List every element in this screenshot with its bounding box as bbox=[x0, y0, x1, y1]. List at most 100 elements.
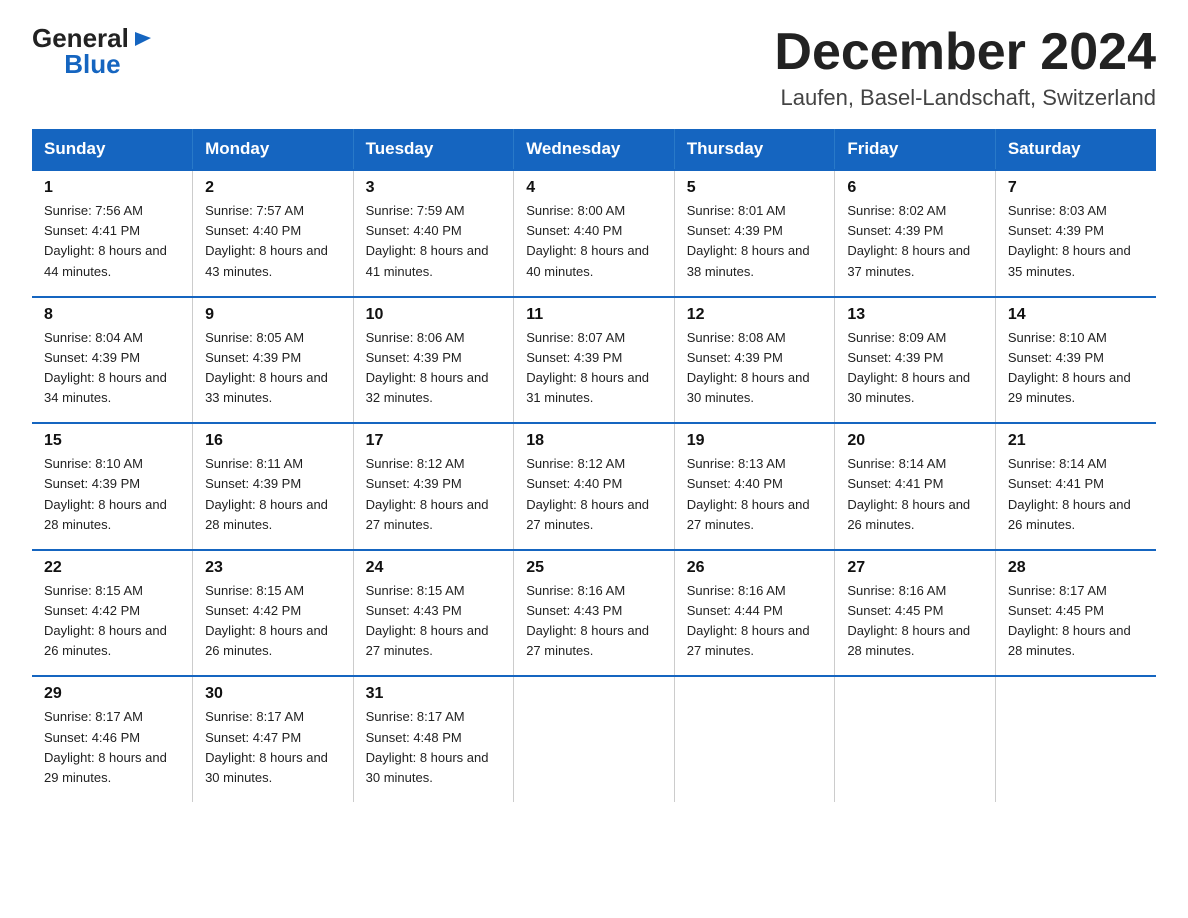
logo-blue-text: Blue bbox=[64, 50, 120, 80]
day-cell-18: 18 Sunrise: 8:12 AMSunset: 4:40 PMDayligh… bbox=[514, 423, 675, 550]
day-number-26: 26 bbox=[687, 559, 825, 577]
day-number-31: 31 bbox=[366, 685, 504, 703]
day-number-29: 29 bbox=[44, 685, 182, 703]
header-tuesday: Tuesday bbox=[353, 129, 514, 170]
day-info-14: Sunrise: 8:10 AMSunset: 4:39 PMDaylight:… bbox=[1008, 330, 1131, 405]
header-thursday: Thursday bbox=[674, 129, 835, 170]
day-info-15: Sunrise: 8:10 AMSunset: 4:39 PMDaylight:… bbox=[44, 456, 167, 531]
logo-flag-icon bbox=[131, 28, 153, 50]
day-cell-14: 14 Sunrise: 8:10 AMSunset: 4:39 PMDayligh… bbox=[995, 297, 1156, 424]
day-info-28: Sunrise: 8:17 AMSunset: 4:45 PMDaylight:… bbox=[1008, 583, 1131, 658]
day-info-11: Sunrise: 8:07 AMSunset: 4:39 PMDaylight:… bbox=[526, 330, 649, 405]
day-cell-24: 24 Sunrise: 8:15 AMSunset: 4:43 PMDayligh… bbox=[353, 550, 514, 677]
day-number-8: 8 bbox=[44, 306, 182, 324]
calendar-body: 1 Sunrise: 7:56 AMSunset: 4:41 PMDaylight… bbox=[32, 170, 1156, 802]
day-cell-28: 28Sunrise: 8:17 AMSunset: 4:45 PMDayligh… bbox=[995, 550, 1156, 677]
header-friday: Friday bbox=[835, 129, 996, 170]
location-title: Laufen, Basel-Landschaft, Switzerland bbox=[774, 85, 1156, 111]
day-number-22: 22 bbox=[44, 559, 182, 577]
day-cell-19: 19 Sunrise: 8:13 AMSunset: 4:40 PMDayligh… bbox=[674, 423, 835, 550]
day-info-19: Sunrise: 8:13 AMSunset: 4:40 PMDaylight:… bbox=[687, 456, 810, 531]
day-cell-15: 15Sunrise: 8:10 AMSunset: 4:39 PMDayligh… bbox=[32, 423, 193, 550]
day-number-9: 9 bbox=[205, 306, 343, 324]
day-info-25: Sunrise: 8:16 AMSunset: 4:43 PMDaylight:… bbox=[526, 583, 649, 658]
day-info-31: Sunrise: 8:17 AMSunset: 4:48 PMDaylight:… bbox=[366, 709, 489, 784]
day-number-16: 16 bbox=[205, 432, 343, 450]
title-area: December 2024 Laufen, Basel-Landschaft, … bbox=[774, 24, 1156, 111]
day-cell-6: 6Sunrise: 8:02 AMSunset: 4:39 PMDaylight… bbox=[835, 170, 996, 297]
day-cell-16: 16 Sunrise: 8:11 AMSunset: 4:39 PMDayligh… bbox=[193, 423, 354, 550]
day-cell-20: 20 Sunrise: 8:14 AMSunset: 4:41 PMDayligh… bbox=[835, 423, 996, 550]
day-number-23: 23 bbox=[205, 559, 343, 577]
day-cell-1: 1 Sunrise: 7:56 AMSunset: 4:41 PMDaylight… bbox=[32, 170, 193, 297]
day-info-12: Sunrise: 8:08 AMSunset: 4:39 PMDaylight:… bbox=[687, 330, 810, 405]
day-number-24: 24 bbox=[366, 559, 504, 577]
day-info-3: Sunrise: 7:59 AMSunset: 4:40 PMDaylight:… bbox=[366, 203, 489, 278]
day-number-1: 1 bbox=[44, 179, 182, 197]
day-info-10: Sunrise: 8:06 AMSunset: 4:39 PMDaylight:… bbox=[366, 330, 489, 405]
empty-cell-w5-d5 bbox=[835, 676, 996, 802]
day-cell-5: 5 Sunrise: 8:01 AMSunset: 4:39 PMDaylight… bbox=[674, 170, 835, 297]
day-number-18: 18 bbox=[526, 432, 664, 450]
day-info-17: Sunrise: 8:12 AMSunset: 4:39 PMDaylight:… bbox=[366, 456, 489, 531]
day-number-10: 10 bbox=[366, 306, 504, 324]
day-info-16: Sunrise: 8:11 AMSunset: 4:39 PMDaylight:… bbox=[205, 456, 328, 531]
day-cell-13: 13Sunrise: 8:09 AMSunset: 4:39 PMDayligh… bbox=[835, 297, 996, 424]
day-number-4: 4 bbox=[526, 179, 664, 197]
calendar-table: SundayMondayTuesdayWednesdayThursdayFrid… bbox=[32, 129, 1156, 802]
day-number-5: 5 bbox=[687, 179, 825, 197]
day-info-30: Sunrise: 8:17 AMSunset: 4:47 PMDaylight:… bbox=[205, 709, 328, 784]
day-info-27: Sunrise: 8:16 AMSunset: 4:45 PMDaylight:… bbox=[847, 583, 970, 658]
day-cell-12: 12Sunrise: 8:08 AMSunset: 4:39 PMDayligh… bbox=[674, 297, 835, 424]
month-title: December 2024 bbox=[774, 24, 1156, 81]
day-cell-10: 10 Sunrise: 8:06 AMSunset: 4:39 PMDayligh… bbox=[353, 297, 514, 424]
week-row-1: 1 Sunrise: 7:56 AMSunset: 4:41 PMDaylight… bbox=[32, 170, 1156, 297]
day-number-20: 20 bbox=[847, 432, 985, 450]
day-cell-7: 7Sunrise: 8:03 AMSunset: 4:39 PMDaylight… bbox=[995, 170, 1156, 297]
empty-cell-w5-d4 bbox=[674, 676, 835, 802]
day-cell-17: 17 Sunrise: 8:12 AMSunset: 4:39 PMDayligh… bbox=[353, 423, 514, 550]
day-cell-2: 2Sunrise: 7:57 AMSunset: 4:40 PMDaylight… bbox=[193, 170, 354, 297]
day-cell-27: 27 Sunrise: 8:16 AMSunset: 4:45 PMDayligh… bbox=[835, 550, 996, 677]
day-info-18: Sunrise: 8:12 AMSunset: 4:40 PMDaylight:… bbox=[526, 456, 649, 531]
day-cell-4: 4Sunrise: 8:00 AMSunset: 4:40 PMDaylight… bbox=[514, 170, 675, 297]
day-cell-8: 8 Sunrise: 8:04 AMSunset: 4:39 PMDaylight… bbox=[32, 297, 193, 424]
day-info-13: Sunrise: 8:09 AMSunset: 4:39 PMDaylight:… bbox=[847, 330, 970, 405]
day-info-22: Sunrise: 8:15 AMSunset: 4:42 PMDaylight:… bbox=[44, 583, 167, 658]
day-number-11: 11 bbox=[526, 306, 664, 324]
day-number-27: 27 bbox=[847, 559, 985, 577]
day-info-8: Sunrise: 8:04 AMSunset: 4:39 PMDaylight:… bbox=[44, 330, 167, 405]
day-number-30: 30 bbox=[205, 685, 343, 703]
week-row-4: 22 Sunrise: 8:15 AMSunset: 4:42 PMDayligh… bbox=[32, 550, 1156, 677]
day-info-26: Sunrise: 8:16 AMSunset: 4:44 PMDaylight:… bbox=[687, 583, 810, 658]
day-info-9: Sunrise: 8:05 AMSunset: 4:39 PMDaylight:… bbox=[205, 330, 328, 405]
day-cell-21: 21 Sunrise: 8:14 AMSunset: 4:41 PMDayligh… bbox=[995, 423, 1156, 550]
header-saturday: Saturday bbox=[995, 129, 1156, 170]
day-info-24: Sunrise: 8:15 AMSunset: 4:43 PMDaylight:… bbox=[366, 583, 489, 658]
day-cell-31: 31 Sunrise: 8:17 AMSunset: 4:48 PMDayligh… bbox=[353, 676, 514, 802]
week-row-2: 8 Sunrise: 8:04 AMSunset: 4:39 PMDaylight… bbox=[32, 297, 1156, 424]
day-cell-30: 30 Sunrise: 8:17 AMSunset: 4:47 PMDayligh… bbox=[193, 676, 354, 802]
day-info-21: Sunrise: 8:14 AMSunset: 4:41 PMDaylight:… bbox=[1008, 456, 1131, 531]
day-info-7: Sunrise: 8:03 AMSunset: 4:39 PMDaylight:… bbox=[1008, 203, 1131, 278]
day-info-23: Sunrise: 8:15 AMSunset: 4:42 PMDaylight:… bbox=[205, 583, 328, 658]
day-number-6: 6 bbox=[847, 179, 985, 197]
day-cell-25: 25Sunrise: 8:16 AMSunset: 4:43 PMDayligh… bbox=[514, 550, 675, 677]
header: GeneralBlue December 2024 Laufen, Basel-… bbox=[32, 24, 1156, 111]
header-sunday: Sunday bbox=[32, 129, 193, 170]
empty-cell-w5-d3 bbox=[514, 676, 675, 802]
day-number-14: 14 bbox=[1008, 306, 1146, 324]
day-info-1: Sunrise: 7:56 AMSunset: 4:41 PMDaylight:… bbox=[44, 203, 167, 278]
header-monday: Monday bbox=[193, 129, 354, 170]
day-info-5: Sunrise: 8:01 AMSunset: 4:39 PMDaylight:… bbox=[687, 203, 810, 278]
day-number-17: 17 bbox=[366, 432, 504, 450]
calendar-header: SundayMondayTuesdayWednesdayThursdayFrid… bbox=[32, 129, 1156, 170]
empty-cell-w5-d6 bbox=[995, 676, 1156, 802]
day-number-21: 21 bbox=[1008, 432, 1146, 450]
header-row: SundayMondayTuesdayWednesdayThursdayFrid… bbox=[32, 129, 1156, 170]
week-row-3: 15Sunrise: 8:10 AMSunset: 4:39 PMDayligh… bbox=[32, 423, 1156, 550]
day-number-19: 19 bbox=[687, 432, 825, 450]
day-info-20: Sunrise: 8:14 AMSunset: 4:41 PMDaylight:… bbox=[847, 456, 970, 531]
logo: GeneralBlue bbox=[32, 24, 153, 80]
day-cell-3: 3Sunrise: 7:59 AMSunset: 4:40 PMDaylight… bbox=[353, 170, 514, 297]
